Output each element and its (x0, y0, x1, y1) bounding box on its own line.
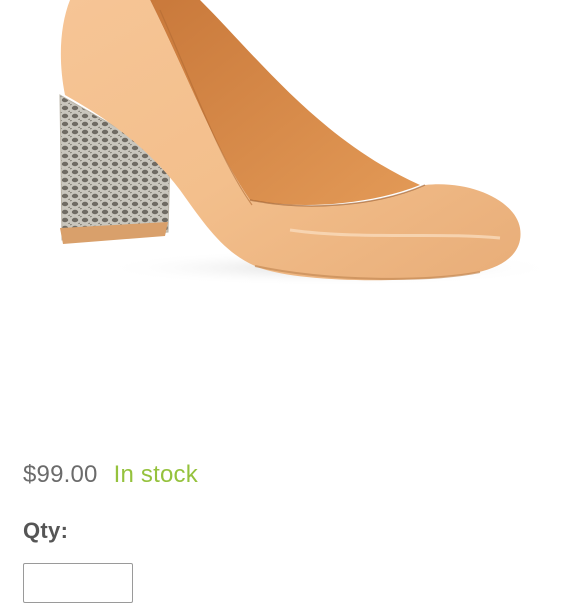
price-row: $99.00 In stock (23, 458, 198, 492)
quantity-input[interactable] (23, 563, 133, 603)
shoe-image (59, 0, 560, 286)
product-image[interactable] (0, 0, 580, 420)
stock-status: In stock (113, 461, 198, 488)
quantity-label: Qty: (23, 518, 69, 543)
product-price: $99.00 (23, 461, 98, 488)
